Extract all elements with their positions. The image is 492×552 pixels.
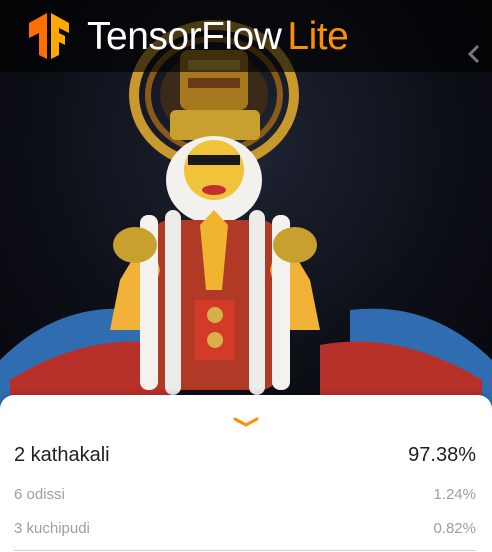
results-bottom-sheet: 2 kathakali 97.38% 6 odissi 1.24% 3 kuch… — [0, 395, 492, 552]
result-row: 6 odissi 1.24% — [14, 484, 476, 504]
result-label: 2 kathakali — [14, 443, 110, 466]
top-result-row: 2 kathakali 97.38% — [14, 442, 476, 468]
result-label: 6 odissi — [14, 485, 65, 503]
result-row: 3 kuchipudi 0.82% — [14, 518, 476, 538]
brand-title: TensorFlow Lite — [87, 14, 349, 58]
result-score: 1.24% — [433, 485, 476, 503]
brand-sub-text: Lite — [287, 14, 349, 58]
tensorflow-logo-icon — [29, 13, 69, 59]
brand-main-text: TensorFlow — [87, 14, 282, 58]
divider — [14, 550, 476, 551]
result-score: 0.82% — [433, 519, 476, 537]
result-score: 97.38% — [408, 443, 476, 466]
result-label: 3 kuchipudi — [14, 519, 90, 537]
app-bar: TensorFlow Lite — [0, 0, 492, 72]
chevron-left-icon[interactable] — [466, 42, 482, 66]
chevron-down-icon[interactable] — [232, 415, 260, 429]
